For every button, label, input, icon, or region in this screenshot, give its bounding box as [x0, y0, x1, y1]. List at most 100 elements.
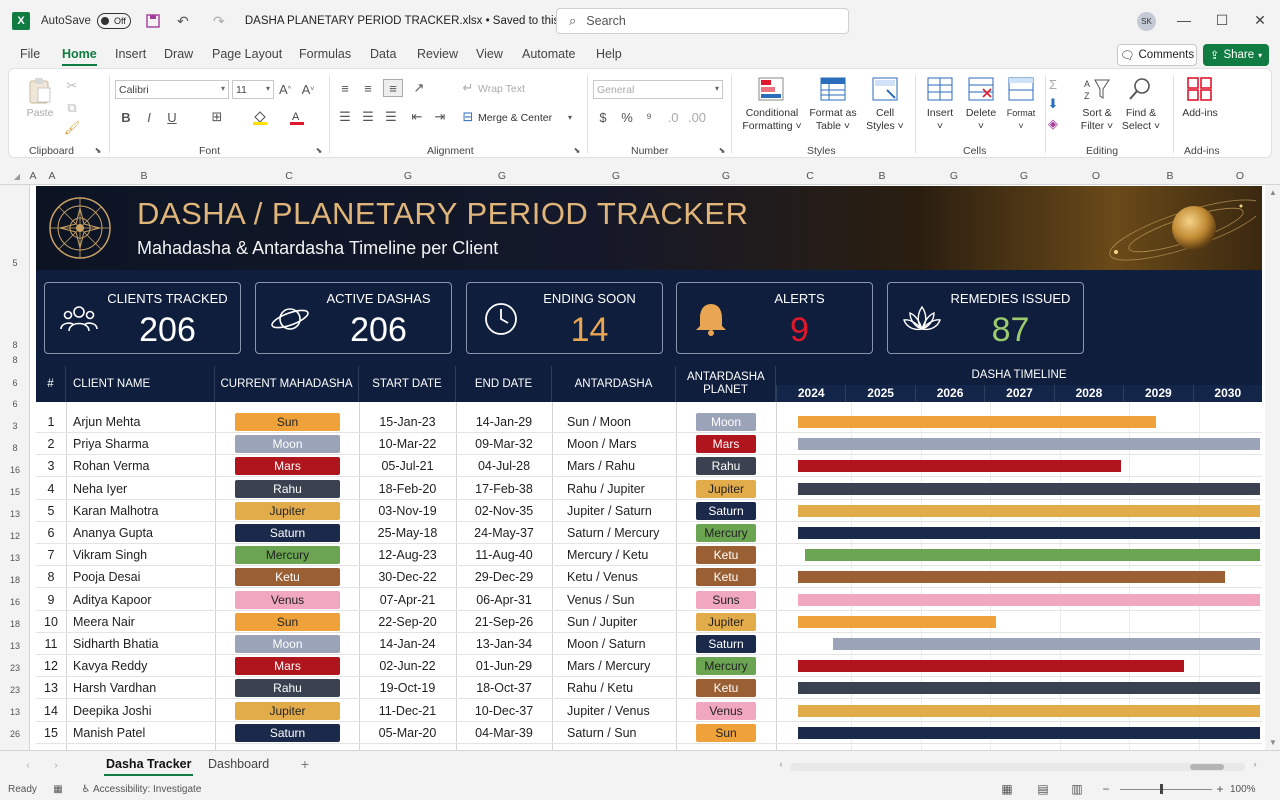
table-row[interactable]: 8 Pooja Desai Ketu 30-Dec-22 29-Dec-29 Ketu /…	[36, 566, 1262, 589]
antardasha-planet-badge[interactable]: Sun	[696, 723, 756, 742]
end-date[interactable]: 04-Mar-39	[456, 722, 552, 744]
borders-icon[interactable]: ⊞	[209, 109, 225, 124]
avatar[interactable]: SK	[1137, 12, 1156, 31]
antardasha-planet-badge[interactable]: Venus	[696, 701, 756, 720]
start-date[interactable]: 19-Oct-19	[359, 677, 456, 699]
end-date[interactable]: 11-Aug-40	[456, 544, 552, 566]
antardasha-planet-badge[interactable]: Mars	[696, 435, 756, 454]
document-title[interactable]: DASHA PLANETARY PERIOD TRACKER.xlsx • Sa…	[245, 15, 589, 27]
horizontal-scrollbar[interactable]	[790, 763, 1245, 771]
mahadasha-badge[interactable]: Saturn	[235, 723, 340, 742]
antardasha-text[interactable]: Mars / Mercury	[567, 655, 676, 677]
cell-styles-label[interactable]: Cell Styles ˅	[861, 107, 909, 133]
header-antardasha-planet[interactable]: ANTARDASHA PLANET	[676, 366, 776, 402]
start-date[interactable]: 25-May-18	[359, 522, 456, 544]
prev-sheet-icon[interactable]: ‹	[22, 759, 34, 771]
start-date[interactable]: 18-Feb-20	[359, 478, 456, 500]
font-name-combo[interactable]: Calibri ▾	[115, 80, 229, 99]
end-date[interactable]: 06-Apr-31	[456, 589, 552, 611]
end-date[interactable]: 21-Sep-26	[456, 611, 552, 633]
scroll-down-icon[interactable]: ▼	[1268, 737, 1278, 747]
table-row[interactable]: 2 Priya Sharma Moon 10-Mar-22 09-Mar-32 Moon …	[36, 433, 1262, 456]
antardasha-text[interactable]: Jupiter / Saturn	[567, 500, 676, 522]
column-header[interactable]: O	[1222, 170, 1258, 182]
start-date[interactable]: 14-Jan-24	[359, 633, 456, 655]
table-row[interactable]: 15 Manish Patel Saturn 05-Mar-20 04-Mar-39 Sa…	[36, 722, 1262, 744]
column-header[interactable]: O	[1078, 170, 1114, 182]
start-date[interactable]: 11-Dec-21	[359, 700, 456, 722]
sort-filter-label[interactable]: Sort & Filter ˅	[1077, 107, 1117, 133]
client-name[interactable]: Meera Nair	[73, 611, 215, 633]
table-row[interactable]: 4 Neha Iyer Rahu 18-Feb-20 17-Feb-38 Rahu / J…	[36, 478, 1262, 500]
header-antardasha[interactable]: ANTARDASHA	[552, 366, 676, 402]
timeline-bar[interactable]	[798, 682, 1260, 695]
align-right-icon[interactable]: ☰	[383, 109, 399, 124]
antardasha-text[interactable]: Mercury / Ketu	[567, 544, 676, 566]
zoom-level[interactable]: 100%	[1230, 784, 1256, 795]
table-row[interactable]: 12 Kavya Reddy Mars 02-Jun-22 01-Jun-29 Mars …	[36, 655, 1262, 678]
decrease-font-icon[interactable]: A ˅	[300, 81, 316, 97]
sort-filter-icon[interactable]: AZ	[1083, 76, 1111, 102]
table-row[interactable]: 11 Sidharth Bhatia Moon 14-Jan-24 13-Jan-34 M…	[36, 633, 1262, 655]
row-header[interactable]: 23	[0, 663, 30, 673]
client-name[interactable]: Neha Iyer	[73, 478, 215, 500]
status-accessibility[interactable]: Accessibility: Investigate	[93, 784, 201, 795]
fill-icon[interactable]: ⬇	[1045, 96, 1061, 111]
mahadasha-badge[interactable]: Jupiter	[235, 501, 340, 520]
end-date[interactable]: 09-Mar-32	[456, 433, 552, 455]
next-sheet-icon[interactable]: ›	[50, 759, 62, 771]
start-date[interactable]: 22-Sep-20	[359, 611, 456, 633]
paste-icon[interactable]	[25, 77, 55, 105]
row-header[interactable]: 6	[0, 378, 30, 388]
tab-file[interactable]: File	[20, 47, 40, 61]
header-number[interactable]: #	[36, 366, 66, 402]
start-date[interactable]: 30-Dec-22	[359, 566, 456, 588]
row-header[interactable]: 23	[0, 685, 30, 695]
end-date[interactable]: 24-May-37	[456, 522, 552, 544]
client-name[interactable]: Vikram Singh	[73, 544, 215, 566]
tab-view[interactable]: View	[476, 47, 503, 61]
column-header[interactable]: B	[864, 170, 900, 182]
row-header[interactable]: 5	[0, 258, 30, 268]
bold-icon[interactable]: B	[119, 110, 133, 125]
row-number[interactable]: 13	[36, 677, 66, 699]
table-row[interactable]: 10 Meera Nair Sun 22-Sep-20 21-Sep-26 Sun / J…	[36, 611, 1262, 633]
antardasha-text[interactable]: Venus / Sun	[567, 589, 676, 611]
column-header[interactable]: G	[1006, 170, 1042, 182]
cell-styles-icon[interactable]	[871, 76, 899, 102]
increase-font-icon[interactable]: A ^	[277, 81, 293, 97]
find-select-icon[interactable]	[1127, 76, 1155, 102]
tab-automate[interactable]: Automate	[522, 47, 576, 61]
percent-icon[interactable]: %	[619, 110, 635, 125]
start-date[interactable]: 15-Jan-23	[359, 411, 456, 433]
tab-formulas[interactable]: Formulas	[299, 47, 351, 61]
end-date[interactable]: 14-Jan-29	[456, 411, 552, 433]
mahadasha-badge[interactable]: Rahu	[235, 479, 340, 498]
zoom-in-icon[interactable]: +	[1214, 782, 1226, 796]
wrap-text-label[interactable]: Wrap Text	[478, 83, 525, 96]
antardasha-planet-badge[interactable]: Saturn	[696, 635, 756, 653]
client-name[interactable]: Kavya Reddy	[73, 655, 215, 677]
row-number[interactable]: 6	[36, 522, 66, 544]
start-date[interactable]: 10-Mar-22	[359, 433, 456, 455]
align-top-icon[interactable]: ≡	[337, 81, 353, 96]
scroll-left-icon[interactable]: ‹	[776, 758, 786, 770]
row-header[interactable]: 6	[0, 399, 30, 409]
wrap-text-icon[interactable]: ↵	[461, 80, 475, 95]
format-cells-icon[interactable]	[1007, 76, 1035, 102]
end-date[interactable]: 17-Feb-38	[456, 478, 552, 500]
share-button[interactable]: ⇪ Share ▾	[1203, 44, 1269, 66]
select-all-icon[interactable]: ◢	[12, 171, 22, 181]
header-client-name[interactable]: CLIENT NAME	[66, 366, 215, 402]
autosave-toggle[interactable]: Off	[96, 13, 131, 29]
zoom-out-icon[interactable]: −	[1100, 782, 1112, 796]
sheet-tab-dashboard[interactable]: Dashboard	[208, 757, 269, 771]
column-header[interactable]: G	[390, 170, 426, 182]
timeline-bar[interactable]	[798, 615, 997, 628]
search-box[interactable]: ⌕ Search	[556, 8, 849, 34]
chevron-down-icon[interactable]: ▾	[565, 112, 575, 122]
timeline-bar[interactable]	[798, 527, 1260, 539]
column-header[interactable]: G	[598, 170, 634, 182]
table-row[interactable]: 6 Ananya Gupta Saturn 25-May-18 24-May-37 Sat…	[36, 522, 1262, 544]
fill-color-icon[interactable]	[252, 110, 268, 125]
